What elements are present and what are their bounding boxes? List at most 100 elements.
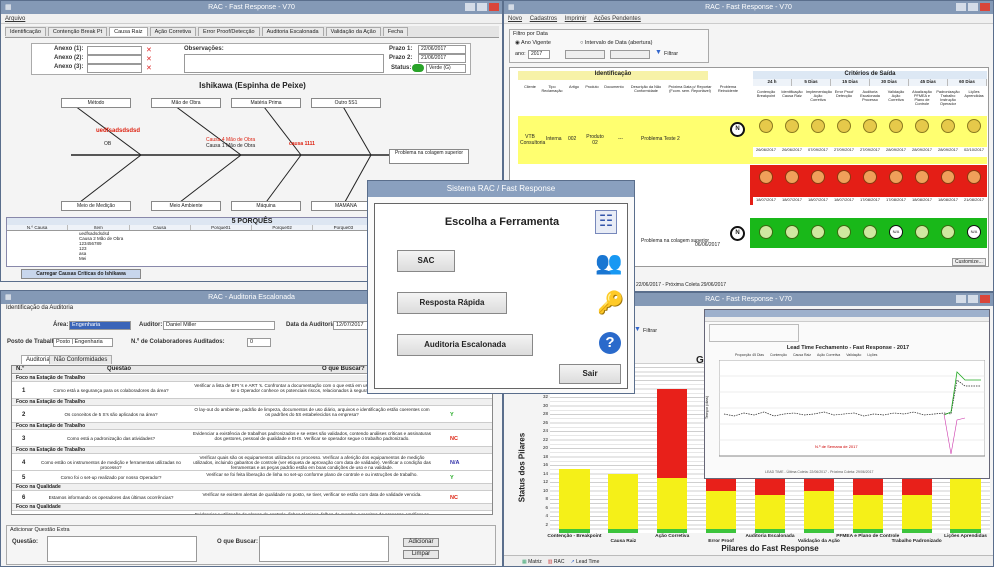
- cause-box-meio-ambiente[interactable]: Meio Ambiente: [151, 201, 221, 211]
- auditoria-escalonada-button[interactable]: Auditoria Escalonada: [397, 334, 533, 356]
- sac-button[interactable]: SAC: [397, 250, 455, 272]
- status-light[interactable]: [967, 170, 981, 184]
- status-light[interactable]: [759, 119, 773, 133]
- resposta-rapida-button[interactable]: Resposta Rápida: [397, 292, 507, 314]
- close-button[interactable]: [980, 295, 990, 303]
- posto-select[interactable]: Posto | Engenharia: [53, 338, 113, 347]
- table-row[interactable]: 4 Como estão os instrumentos de medição e…: [12, 454, 492, 471]
- anexo1-field[interactable]: [87, 46, 142, 55]
- menu-novo[interactable]: Novo: [508, 16, 522, 22]
- table-row[interactable]: 6 Estamos informando os operadores das úl…: [12, 491, 492, 504]
- adicionar-button[interactable]: Adicionar: [403, 538, 439, 547]
- cause-box-meio-medicao[interactable]: Meio de Medição: [61, 201, 131, 211]
- colaboradores-stepper[interactable]: 0: [247, 338, 271, 347]
- status-light[interactable]: [967, 119, 981, 133]
- filtrar-button[interactable]: Filtrar: [643, 328, 657, 334]
- tab-5[interactable]: Auditoria Escalonada: [261, 27, 324, 36]
- anexo2-field[interactable]: [87, 55, 142, 64]
- row-result[interactable]: Y: [450, 412, 454, 418]
- maximize-button[interactable]: [968, 295, 978, 303]
- status-light[interactable]: N/A: [967, 225, 981, 239]
- row-result[interactable]: NC: [450, 436, 458, 442]
- tab-nao-conformidades[interactable]: Não Conformidades: [49, 355, 113, 364]
- status-light[interactable]: [785, 119, 799, 133]
- prazo2-date-picker[interactable]: 21/06/2017: [418, 54, 466, 63]
- tab-rac[interactable]: ▥ RAC: [548, 559, 565, 565]
- load-causes-button[interactable]: Carregar Causas Críticas do Ishikawa: [21, 269, 141, 279]
- status-select[interactable]: Verde (G): [426, 64, 466, 73]
- maximize-button[interactable]: [477, 3, 487, 11]
- status-light[interactable]: [915, 225, 929, 239]
- minimize-button[interactable]: [956, 3, 966, 11]
- menu-acoes-pendentes[interactable]: Ações Pendentes: [594, 16, 641, 22]
- filter-icon[interactable]: ▼: [655, 49, 662, 56]
- close-button[interactable]: [980, 3, 990, 11]
- delete-attachment-icon[interactable]: ✕: [146, 64, 152, 72]
- status-light[interactable]: [863, 225, 877, 239]
- anexo3-field[interactable]: [87, 64, 142, 73]
- cause-box-outro[interactable]: Outro 5S1: [311, 98, 381, 108]
- cause-box-maquina[interactable]: Máquina: [231, 201, 301, 211]
- auditor-select[interactable]: Daniel Miller: [163, 321, 275, 330]
- status-light[interactable]: [941, 170, 955, 184]
- help-icon[interactable]: ?: [599, 332, 621, 354]
- effect-box[interactable]: Problema na colagem superior: [389, 149, 469, 164]
- delete-attachment-icon[interactable]: ✕: [146, 55, 152, 63]
- cause-box-mao-de-obra[interactable]: Mão de Obra: [151, 98, 221, 108]
- date-from[interactable]: [565, 50, 605, 59]
- delete-attachment-icon[interactable]: ✕: [146, 46, 152, 54]
- status-light[interactable]: [863, 119, 877, 133]
- area-select[interactable]: Engenharia: [69, 321, 131, 330]
- cause-box-materia-prima[interactable]: Matéria Prima: [231, 98, 301, 108]
- status-light[interactable]: [837, 170, 851, 184]
- status-light[interactable]: [837, 119, 851, 133]
- table-row[interactable]: 3 Como está a padronização das atividades…: [12, 430, 492, 447]
- sair-button[interactable]: Sair: [559, 364, 621, 384]
- status-light[interactable]: [811, 170, 825, 184]
- row-result[interactable]: N/A: [450, 460, 459, 466]
- menu-cadastros[interactable]: Cadastros: [530, 16, 557, 22]
- filtrar-button[interactable]: Filtrar: [664, 51, 678, 57]
- menu-arquivo[interactable]: Arquivo: [5, 16, 25, 22]
- status-light[interactable]: [811, 119, 825, 133]
- status-light[interactable]: [863, 170, 877, 184]
- status-light[interactable]: [889, 119, 903, 133]
- status-light[interactable]: [837, 225, 851, 239]
- cause-box-metodo[interactable]: Método: [61, 98, 131, 108]
- minimize-button[interactable]: [465, 3, 475, 11]
- observations-field[interactable]: [184, 54, 384, 73]
- limpar-button[interactable]: Limpar: [403, 550, 439, 559]
- status-light[interactable]: [941, 225, 955, 239]
- table-row[interactable]: 2 Os conceitos de 5 S's são aplicados na …: [12, 406, 492, 423]
- ano-vigente-radio[interactable]: ◉ Ano Vigente: [515, 40, 551, 46]
- status-light[interactable]: [811, 225, 825, 239]
- tab-matriz[interactable]: ▦ Matriz: [522, 559, 542, 565]
- status-light[interactable]: [785, 170, 799, 184]
- close-button[interactable]: [489, 3, 499, 11]
- status-light[interactable]: [915, 119, 929, 133]
- status-light[interactable]: [759, 170, 773, 184]
- tab-0[interactable]: Identificação: [5, 27, 46, 36]
- status-light[interactable]: [785, 225, 799, 239]
- minimize-button[interactable]: [956, 295, 966, 303]
- tab-lead-time[interactable]: ↗ Lead Time: [570, 559, 599, 565]
- reincidente-indicator-icon[interactable]: N: [730, 122, 745, 137]
- maximize-button[interactable]: [968, 3, 978, 11]
- tab-6[interactable]: Validação da Ação: [325, 27, 381, 36]
- filter-icon[interactable]: ▼: [634, 326, 641, 333]
- row-result[interactable]: NC: [450, 495, 458, 501]
- date-to[interactable]: [610, 50, 650, 59]
- status-light[interactable]: N/A: [889, 225, 903, 239]
- tab-7[interactable]: Fecha: [382, 27, 409, 36]
- intervalo-radio[interactable]: ○ Intervalo de Data (abertura): [580, 40, 652, 46]
- status-light[interactable]: [915, 170, 929, 184]
- table-row[interactable]: 5 Como foi o set-up realizado por nosso O…: [12, 471, 492, 484]
- ano-select[interactable]: 2017: [528, 50, 550, 59]
- customize-button[interactable]: Customize...: [952, 258, 986, 266]
- prazo1-date-picker[interactable]: 22/06/2017: [418, 45, 466, 54]
- row-result[interactable]: Y: [450, 475, 454, 481]
- tab-1[interactable]: Contenção Break Pt: [47, 27, 108, 36]
- questao-field[interactable]: [47, 536, 197, 562]
- tab-4[interactable]: Error Proof/Detecção: [197, 27, 260, 36]
- status-light[interactable]: [941, 119, 955, 133]
